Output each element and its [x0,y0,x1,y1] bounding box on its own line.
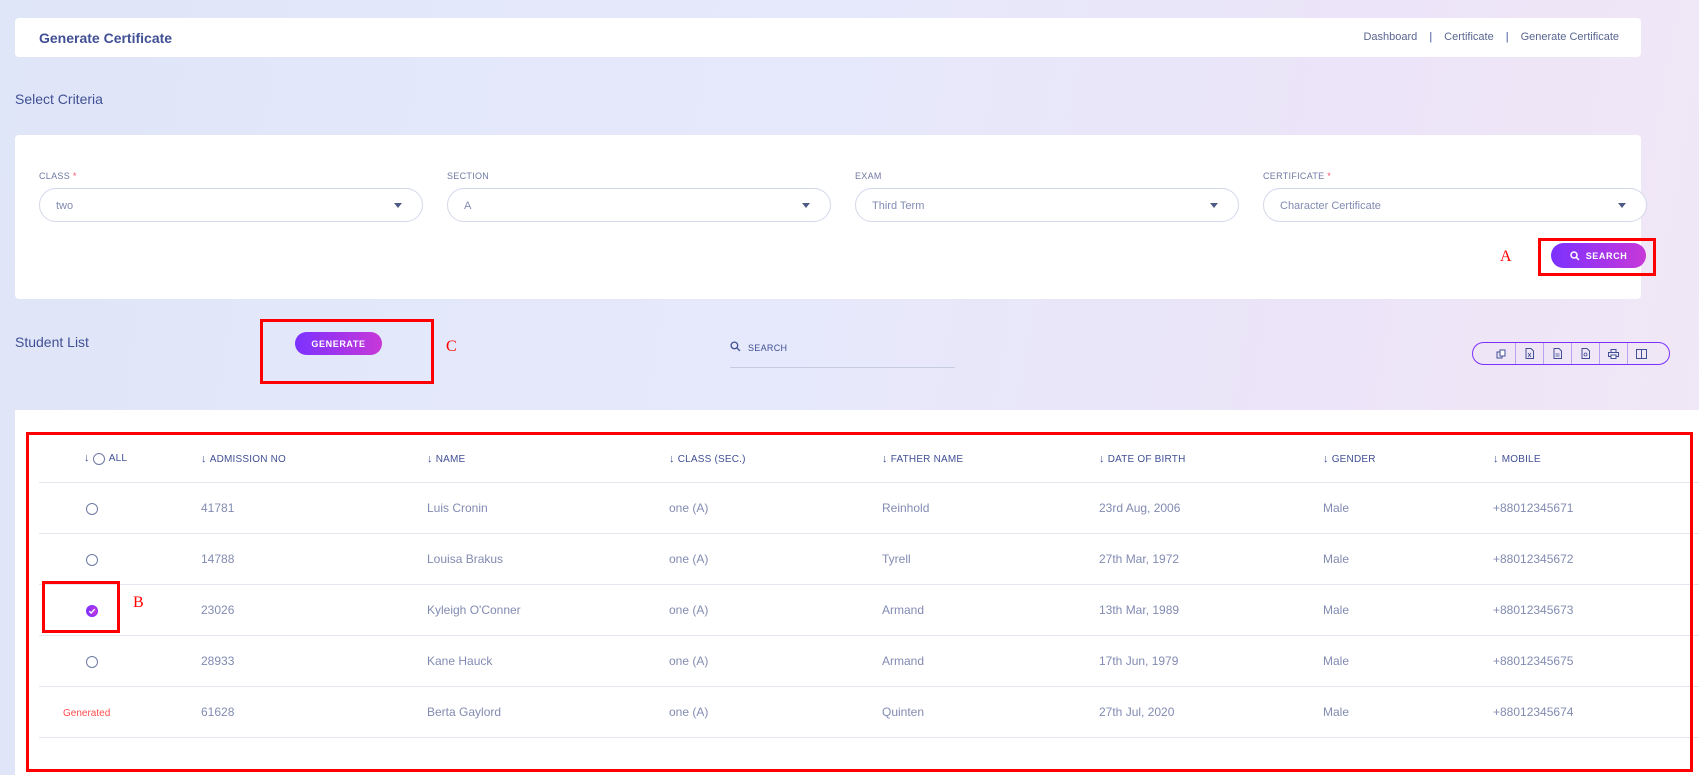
pdf-icon [1581,348,1590,359]
breadcrumb-dashboard[interactable]: Dashboard [1363,31,1417,43]
csv-button[interactable] [1542,343,1571,364]
chevron-down-icon [394,203,402,208]
page-header: Generate Certificate Dashboard | Certifi… [15,18,1641,57]
search-placeholder: SEARCH [748,343,788,353]
print-icon [1607,348,1619,359]
section-label: SECTION [447,171,490,181]
csv-icon [1553,348,1562,359]
table-search-input[interactable]: SEARCH [730,337,955,368]
exam-select-value: Third Term [872,200,925,212]
section-select[interactable]: A [447,188,831,222]
class-select[interactable]: two [39,188,423,222]
certificate-label: CERTIFICATE [1263,171,1325,181]
breadcrumb-current: Generate Certificate [1520,31,1619,43]
class-field: CLASS * two [39,171,423,222]
student-list-title: Student List [15,334,89,350]
certificate-select[interactable]: Character Certificate [1263,188,1647,222]
columns-button[interactable] [1626,343,1655,364]
annotation-label-b: B [133,594,144,611]
class-select-value: two [56,200,74,212]
columns-icon [1635,348,1647,359]
breadcrumb-certificate[interactable]: Certificate [1444,31,1494,43]
page-title: Generate Certificate [39,30,173,46]
required-mark: * [72,171,77,181]
excel-icon [1525,348,1534,359]
section-select-value: A [464,200,472,212]
certificate-field: CERTIFICATE * Character Certificate [1263,171,1647,222]
annotation-label-c: C [446,338,457,355]
copy-icon [1496,349,1506,358]
copy-button[interactable] [1488,343,1515,364]
chevron-down-icon [1618,203,1626,208]
exam-select[interactable]: Third Term [855,188,1239,222]
annotation-label-a: A [1500,248,1512,265]
section-field: SECTION A [447,171,831,222]
exam-label: EXAM [855,171,882,181]
class-label: CLASS [39,171,71,181]
annotation-box-a [1538,238,1656,276]
breadcrumb: Dashboard | Certificate | Generate Certi… [1363,31,1619,43]
criteria-card: CLASS * two SECTION A EXAM Third Term CE… [15,135,1647,299]
annotation-box-b [42,581,120,633]
breadcrumb-separator: | [1429,31,1433,43]
search-icon [730,341,741,352]
chevron-down-icon [802,203,810,208]
chevron-down-icon [1210,203,1218,208]
excel-button[interactable] [1514,343,1543,364]
required-mark: * [1327,171,1332,181]
certificate-select-value: Character Certificate [1280,200,1381,212]
exam-field: EXAM Third Term [855,171,1239,222]
pdf-button[interactable] [1570,343,1599,364]
annotation-box-table [26,432,1693,772]
select-criteria-title: Select Criteria [15,91,103,107]
breadcrumb-separator: | [1505,31,1509,43]
export-toolbar [1472,342,1670,365]
print-button[interactable] [1598,343,1627,364]
annotation-box-c [260,319,434,384]
